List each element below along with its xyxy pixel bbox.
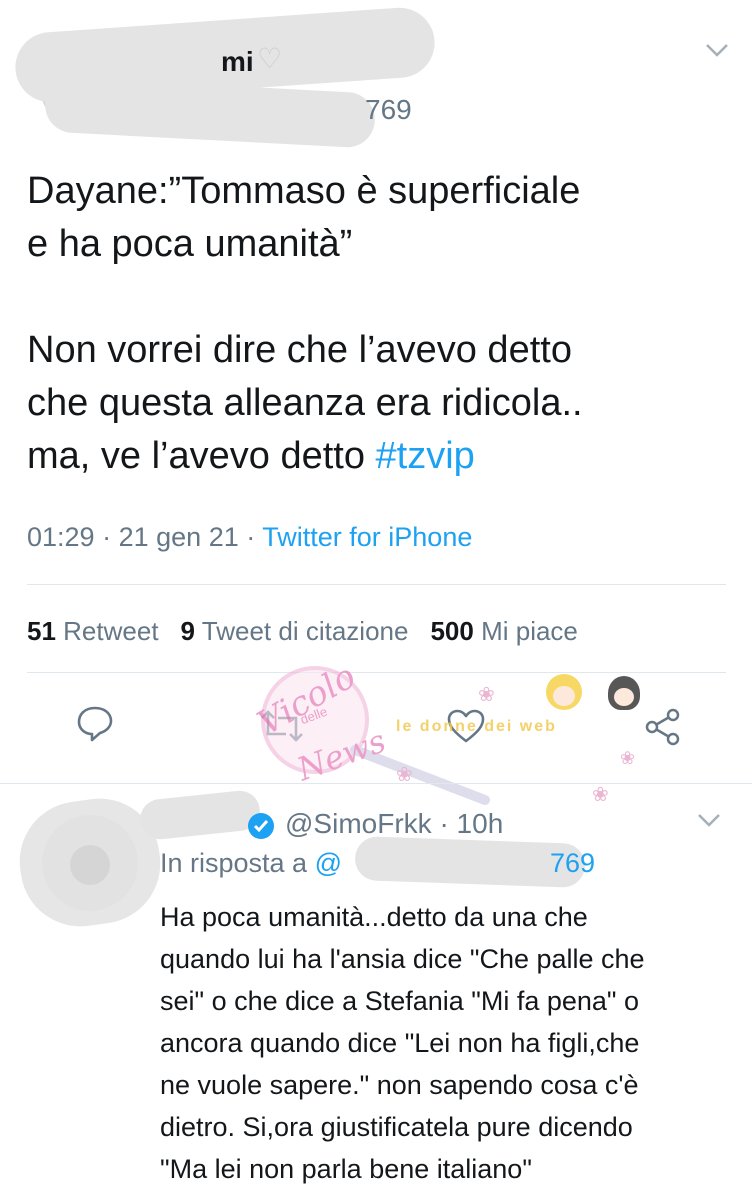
reply-icon[interactable] — [76, 704, 114, 742]
tweet-line-text: ma, ve l’avevo detto — [27, 435, 376, 477]
retweets-label: Retweet — [63, 616, 159, 646]
likes-stat[interactable]: 500 Mi piace — [430, 616, 577, 646]
reply-line: quando lui ha l'ansia dice "Che palle ch… — [160, 944, 645, 974]
separator: · — [439, 808, 449, 839]
watermark-banner: le donne dei web — [396, 718, 557, 736]
reply-handle[interactable]: @SimoFrkk — [285, 808, 432, 839]
divider — [0, 783, 752, 784]
retweets-count: 51 — [27, 616, 56, 646]
heart-emoji: ♡ — [257, 43, 283, 74]
share-icon[interactable] — [644, 708, 682, 746]
reply-to-handle[interactable]: 769 — [550, 848, 595, 879]
tweet-source-link[interactable]: Twitter for iPhone — [262, 522, 472, 552]
separator: · — [102, 522, 112, 552]
reply-text: Ha poca umanità...detto da una che quand… — [160, 896, 740, 1190]
tweet-line: che questa alleanza era ridicola.. — [27, 382, 583, 424]
tweet-line: Dayane:”Tommaso è superficiale — [27, 170, 581, 212]
tweet-text: Dayane:”Tommaso è superficiale e ha poca… — [27, 165, 727, 483]
author-name[interactable]: mi — [221, 46, 254, 78]
author-handle[interactable]: 769 — [365, 94, 412, 126]
tweet-stats: 51 Retweet 9 Tweet di citazione 500 Mi pia… — [27, 616, 578, 647]
tweet-time: 01:29 — [27, 522, 95, 552]
watermark-banner-text: le donne dei web — [396, 718, 557, 735]
quotes-stat[interactable]: 9 Tweet di citazione — [181, 616, 409, 646]
chevron-down-icon[interactable] — [696, 810, 722, 830]
reply-line: sei" o che dice a Stefania "Mi fa pena" … — [160, 986, 640, 1016]
reply-to-label: In risposta a — [160, 848, 308, 878]
reply-to-at[interactable]: @ — [315, 848, 342, 878]
retweets-stat[interactable]: 51 Retweet — [27, 616, 159, 646]
reply-name-row: @SimoFrkk · 10h — [285, 808, 503, 840]
paw-icon: ❀ — [592, 784, 609, 806]
reply-to-line: In risposta a @ — [160, 848, 342, 879]
tweet-line: Non vorrei dire che l’avevo detto — [27, 329, 572, 371]
reply-line: "Ma lei non parla bene italiano" — [160, 1154, 532, 1184]
tweet-meta: 01:29 · 21 gen 21 · Twitter for iPhone — [27, 522, 472, 553]
separator: · — [246, 522, 256, 552]
verified-badge-icon — [248, 813, 274, 839]
reply-line: Ha poca umanità...detto da una che — [160, 902, 588, 932]
reply-line: ancora quando dice "Lei non ha figli,che — [160, 1028, 640, 1058]
likes-count: 500 — [430, 616, 474, 646]
paw-icon: ❀ — [478, 684, 495, 706]
quotes-label: Tweet di citazione — [201, 616, 409, 646]
redaction-scribble — [138, 788, 262, 842]
reply-line: dietro. Si,ora giustificatela pure dicen… — [160, 1112, 633, 1142]
redaction-scribble — [43, 76, 377, 149]
tweet-line: e ha poca umanità” — [27, 223, 353, 265]
likes-label: Mi piace — [481, 616, 578, 646]
reply-time: 10h — [456, 808, 504, 839]
reply-line: ne vuole sapere." non sapendo cosa c'è — [160, 1070, 639, 1100]
divider — [27, 584, 726, 585]
chevron-down-icon[interactable] — [704, 40, 730, 60]
tweet-line: ma, ve l’avevo detto #tzvip — [27, 430, 727, 483]
hashtag-link[interactable]: #tzvip — [376, 435, 475, 477]
paw-icon: ❀ — [620, 748, 636, 768]
quotes-count: 9 — [180, 616, 196, 646]
tweet-date: 21 gen 21 — [118, 522, 239, 552]
